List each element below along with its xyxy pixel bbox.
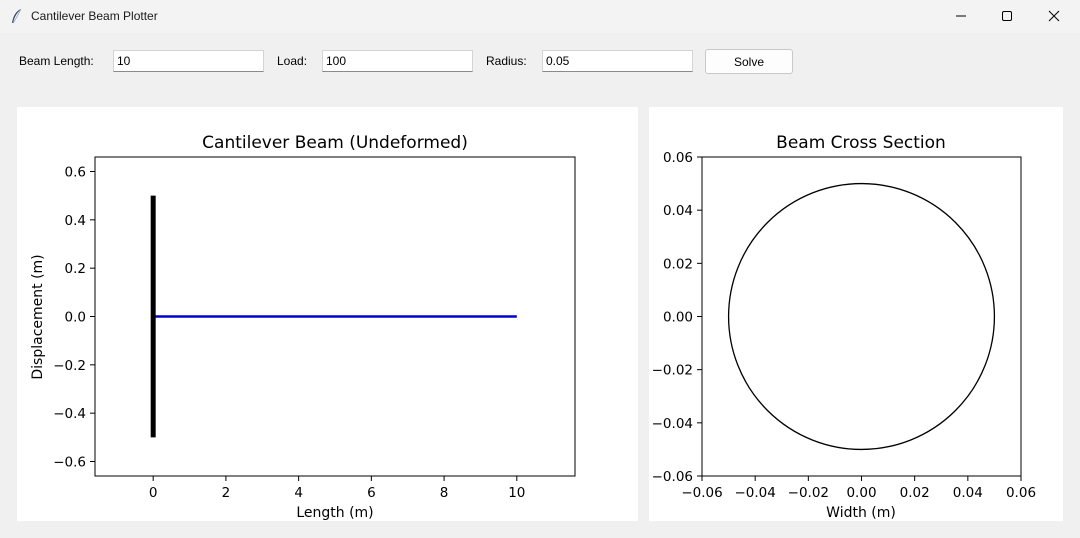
x-tick-label: 2 xyxy=(222,485,231,501)
x-tick-label: 8 xyxy=(440,485,449,501)
beam-length-input[interactable] xyxy=(113,50,264,72)
x-tick-label: −0.06 xyxy=(681,485,722,501)
y-axis-label: Displacement (m) xyxy=(30,254,46,379)
y-tick-label: 0.2 xyxy=(65,261,86,277)
load-label: Load: xyxy=(277,54,308,68)
y-tick-label: 0.6 xyxy=(65,165,86,181)
x-tick-label: 6 xyxy=(367,485,376,501)
chart-title: Beam Cross Section xyxy=(776,133,946,153)
x-tick-label: 0.06 xyxy=(1006,485,1036,501)
x-tick-label: 0 xyxy=(149,485,158,501)
close-button[interactable] xyxy=(1031,0,1077,32)
radius-label: Radius: xyxy=(486,54,527,68)
y-tick-label: 0.06 xyxy=(663,150,693,166)
plot-frame xyxy=(701,156,1022,477)
y-tick-label: −0.6 xyxy=(53,455,86,471)
feather-icon xyxy=(12,8,22,24)
radius-input[interactable] xyxy=(542,50,693,72)
x-tick-label: 10 xyxy=(508,485,525,501)
y-tick-label: 0.0 xyxy=(65,310,86,326)
cross-section-circle xyxy=(727,182,996,451)
y-tick-label: −0.02 xyxy=(652,363,693,379)
y-tick-label: 0.02 xyxy=(663,256,693,272)
x-tick-label: 0.04 xyxy=(953,485,983,501)
x-tick-label: −0.04 xyxy=(734,485,775,501)
beam-chart: Cantilever Beam (Undeformed) 0 2 4 6 8 10 −0.… xyxy=(30,133,576,521)
y-tick-label: −0.2 xyxy=(53,358,86,374)
beam-length-label: Beam Length: xyxy=(19,54,94,68)
y-tick-label: −0.06 xyxy=(652,469,693,485)
x-tick-label: 0.00 xyxy=(846,485,876,501)
x-tick-label: −0.02 xyxy=(788,485,829,501)
maximize-icon xyxy=(1002,11,1012,21)
cross-section-chart: Beam Cross Section −0.06 −0.04 −0.02 0.00 0.… xyxy=(652,133,1036,521)
y-tick-label: 0.4 xyxy=(65,213,86,229)
x-axis-label: Width (m) xyxy=(826,505,896,521)
input-toolbar: Beam Length: Load: Radius: Solve xyxy=(0,33,1080,103)
load-input[interactable] xyxy=(322,50,473,72)
y-tick-label: 0.04 xyxy=(663,203,693,219)
x-tick-label: 0.02 xyxy=(900,485,930,501)
beam-plot-panel: Cantilever Beam (Undeformed) 0 2 4 6 8 10 −0.… xyxy=(17,107,638,521)
maximize-button[interactable] xyxy=(984,0,1030,32)
cross-section-panel: Beam Cross Section −0.06 −0.04 −0.02 0.00 0.… xyxy=(649,107,1063,521)
chart-title: Cantilever Beam (Undeformed) xyxy=(202,133,468,153)
title-bar: Cantilever Beam Plotter xyxy=(0,0,1080,33)
y-tick-label: −0.4 xyxy=(53,406,86,422)
y-tick-label: −0.04 xyxy=(652,416,693,432)
y-tick-label: 0.00 xyxy=(663,310,693,326)
window-title: Cantilever Beam Plotter xyxy=(31,9,158,23)
minimize-icon xyxy=(956,15,966,17)
close-icon xyxy=(1048,10,1060,22)
solve-button[interactable]: Solve xyxy=(705,49,793,74)
x-tick-label: 4 xyxy=(294,485,303,501)
minimize-button[interactable] xyxy=(938,0,984,32)
x-axis-label: Length (m) xyxy=(296,505,373,521)
